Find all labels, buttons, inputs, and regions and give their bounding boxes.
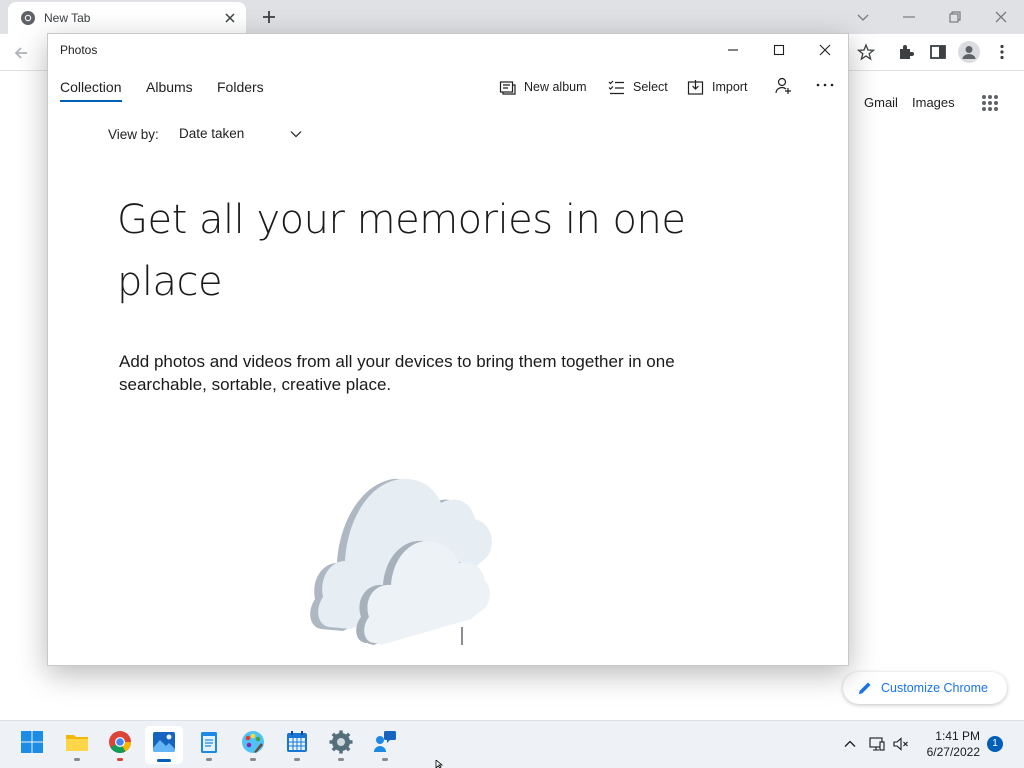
taskbar-date[interactable]: 6/27/2022 — [910, 745, 980, 759]
file-explorer-icon[interactable] — [65, 730, 89, 754]
tab-folders[interactable]: Folders — [217, 79, 264, 95]
tab-close-icon[interactable] — [222, 10, 238, 26]
feedback-hub-icon[interactable] — [373, 730, 397, 754]
import-icon — [687, 80, 704, 95]
chrome-app-icon[interactable] — [108, 730, 132, 754]
photos-window-title: Photos — [60, 43, 98, 57]
chrome-close-icon[interactable] — [990, 6, 1012, 28]
photos-minimize-icon[interactable] — [723, 40, 743, 60]
tab-title: New Tab — [44, 11, 91, 25]
photos-close-icon[interactable] — [815, 40, 835, 60]
calendar-running-dot — [294, 758, 300, 761]
photos-active-indicator — [157, 759, 171, 762]
chrome-minimize-icon[interactable] — [898, 6, 920, 28]
customize-chrome-label: Customize Chrome — [881, 681, 988, 695]
images-link[interactable]: Images — [912, 95, 955, 110]
tray-overflow-chevron-icon[interactable] — [842, 736, 858, 752]
settings-running-dot — [338, 758, 344, 761]
gmail-link[interactable]: Gmail — [864, 95, 898, 110]
import-button[interactable]: Import — [687, 78, 753, 98]
chrome-menu-kebab-icon[interactable] — [993, 43, 1011, 61]
new-album-icon — [499, 81, 516, 95]
photos-app-icon[interactable] — [152, 730, 176, 754]
bookmark-star-icon[interactable] — [857, 43, 875, 61]
taskbar-time[interactable]: 1:41 PM — [920, 729, 980, 743]
network-icon[interactable] — [869, 736, 885, 752]
notepad-icon[interactable] — [197, 730, 221, 754]
tab-albums[interactable]: Albums — [146, 79, 193, 95]
add-person-icon[interactable] — [774, 77, 792, 95]
settings-gear-icon[interactable] — [329, 730, 353, 754]
view-by-dropdown[interactable]: Date taken — [179, 126, 244, 141]
select-checklist-icon — [608, 80, 624, 95]
chrome-restore-icon[interactable] — [944, 6, 966, 28]
customize-chrome-button[interactable]: Customize Chrome — [843, 672, 1007, 704]
photos-window: Photos Collection Albums Folders New alb… — [47, 33, 849, 666]
back-arrow-icon[interactable] — [12, 44, 30, 62]
chevron-down-icon[interactable] — [289, 128, 303, 140]
select-button[interactable]: Select — [608, 78, 670, 98]
tab-collection-indicator — [60, 100, 122, 102]
view-by-label: View by: — [108, 127, 159, 142]
tab-collection[interactable]: Collection — [60, 79, 121, 95]
profile-avatar[interactable] — [958, 41, 980, 63]
paint-icon[interactable] — [241, 730, 265, 754]
select-label: Select — [633, 80, 668, 94]
google-apps-grid-icon[interactable] — [981, 94, 999, 112]
notification-badge[interactable]: 1 — [987, 736, 1003, 752]
calendar-icon[interactable] — [285, 730, 309, 754]
extensions-puzzle-icon[interactable] — [897, 43, 915, 61]
import-label: Import — [712, 80, 748, 94]
new-album-button[interactable]: New album — [499, 78, 589, 98]
feedback-hub-running-dot — [382, 758, 388, 761]
paint-running-dot — [250, 758, 256, 761]
empty-state-description: Add photos and videos from all your devi… — [119, 352, 675, 394]
cloud-illustration — [310, 478, 492, 645]
new-album-label: New album — [524, 80, 587, 94]
empty-state-heading: Get all your memories in one place — [117, 197, 686, 305]
new-tab-plus-icon[interactable] — [260, 8, 278, 26]
chrome-favicon-icon — [21, 11, 35, 25]
chrome-tab-new-tab[interactable]: New Tab — [8, 2, 246, 34]
file-explorer-running-dot — [74, 758, 80, 761]
mouse-cursor-icon — [435, 760, 444, 768]
pencil-icon — [859, 682, 871, 694]
more-options-icon[interactable] — [814, 76, 836, 94]
notepad-running-dot — [206, 758, 212, 761]
tab-search-chevron-icon[interactable] — [852, 6, 874, 28]
side-panel-icon[interactable] — [929, 43, 947, 61]
start-windows-icon[interactable] — [20, 730, 44, 754]
chrome-running-dot — [117, 758, 123, 761]
profile-person-icon — [962, 46, 976, 59]
volume-muted-icon[interactable] — [893, 736, 909, 752]
photos-maximize-icon[interactable] — [769, 40, 789, 60]
